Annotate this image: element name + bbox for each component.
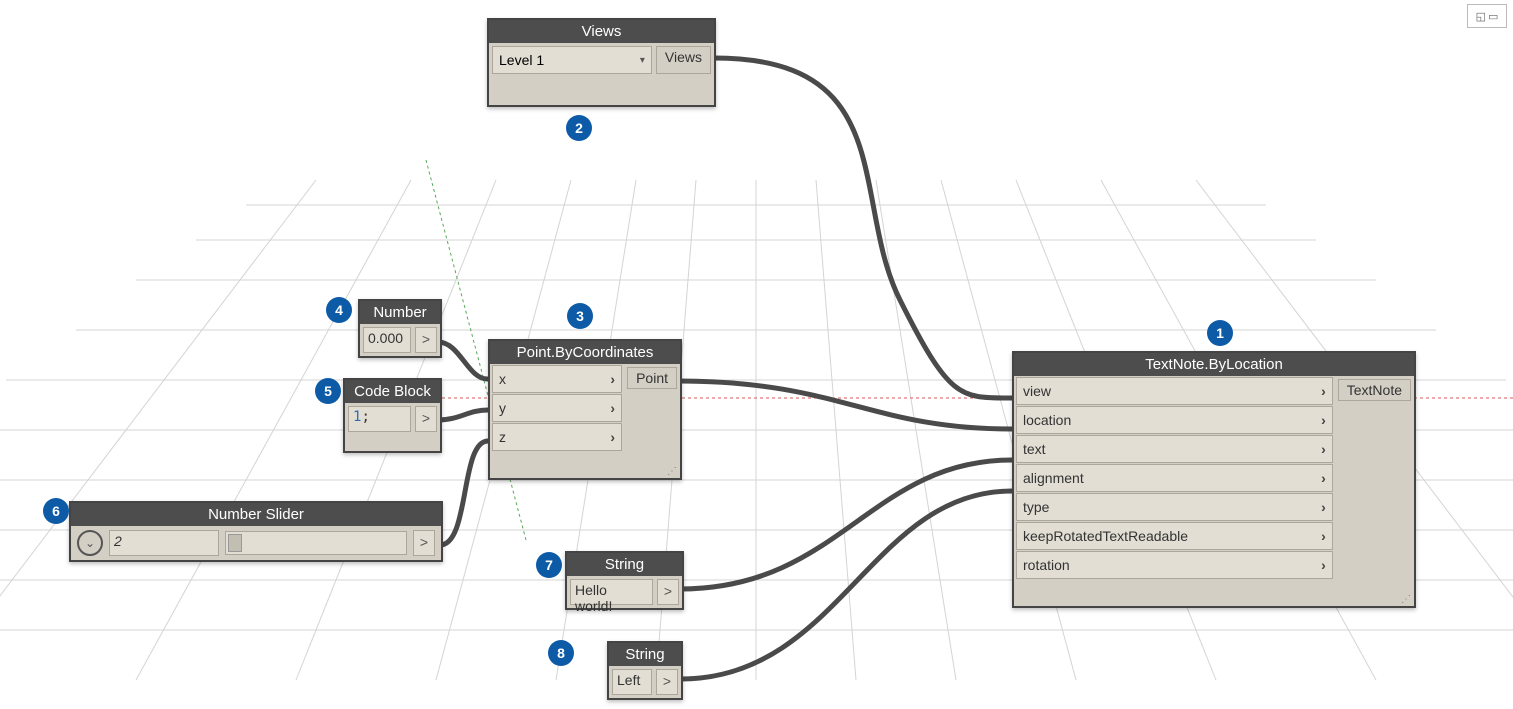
textnote-input-location[interactable]: location› [1016, 406, 1333, 434]
node-string-left[interactable]: String Left > [607, 641, 683, 700]
views-output-port[interactable]: Views [656, 46, 711, 74]
slider-handle[interactable] [228, 534, 242, 552]
textnote-input-alignment[interactable]: alignment› [1016, 464, 1333, 492]
textnote-input-rotation[interactable]: rotation› [1016, 551, 1333, 579]
views-dropdown[interactable]: Level 1 ▾ [492, 46, 652, 74]
node-title: String [567, 553, 682, 576]
point-input-z[interactable]: z› [492, 423, 622, 451]
views-dropdown-value: Level 1 [499, 52, 544, 68]
callout-badge-4: 4 [326, 297, 352, 323]
textnote-input-type[interactable]: type› [1016, 493, 1333, 521]
callout-badge-8: 8 [548, 640, 574, 666]
node-number-slider[interactable]: Number Slider ⌄ 2 > [69, 501, 443, 562]
textnote-input-text[interactable]: text› [1016, 435, 1333, 463]
chevron-down-icon: ▾ [640, 55, 645, 66]
viewport-toggle-icon[interactable]: ◱▭ [1467, 4, 1507, 28]
node-title: Code Block [345, 380, 440, 403]
point-input-y[interactable]: y› [492, 394, 622, 422]
textnote-input-view[interactable]: view› [1016, 377, 1333, 405]
number-output-port[interactable]: > [415, 327, 437, 353]
node-title: Number Slider [71, 503, 441, 526]
resize-grip-icon[interactable]: ⋰ [1401, 596, 1411, 604]
code-block-output-port[interactable]: > [415, 406, 437, 432]
node-textnote-bylocation[interactable]: TextNote.ByLocation view› location› text… [1012, 351, 1416, 608]
point-output-port[interactable]: Point [627, 367, 677, 389]
node-title: Number [360, 301, 440, 324]
callout-badge-6: 6 [43, 498, 69, 524]
string-value-field[interactable]: Hello world! [570, 579, 653, 605]
node-title: Views [489, 20, 714, 43]
callout-badge-5: 5 [315, 378, 341, 404]
node-title: Point.ByCoordinates [490, 341, 680, 364]
string-output-port[interactable]: > [656, 669, 678, 695]
node-views[interactable]: Views Level 1 ▾ Views [487, 18, 716, 107]
callout-badge-7: 7 [536, 552, 562, 578]
node-string-hello[interactable]: String Hello world! > [565, 551, 684, 610]
node-title: TextNote.ByLocation [1014, 353, 1414, 376]
string-output-port[interactable]: > [657, 579, 679, 605]
node-code-block[interactable]: Code Block 1; > [343, 378, 442, 453]
point-input-x[interactable]: x› [492, 365, 622, 393]
node-point-bycoordinates[interactable]: Point.ByCoordinates x› y› z› Point ⋰ [488, 339, 682, 480]
slider-track[interactable] [225, 531, 407, 555]
textnote-input-keeprotated[interactable]: keepRotatedTextReadable› [1016, 522, 1333, 550]
callout-badge-1: 1 [1207, 320, 1233, 346]
code-block-code-field[interactable]: 1; [348, 406, 411, 432]
node-number[interactable]: Number 0.000 > [358, 299, 442, 358]
resize-grip-icon[interactable]: ⋰ [667, 468, 677, 476]
node-title: String [609, 643, 681, 666]
number-value-field[interactable]: 0.000 [363, 327, 411, 353]
slider-value-field[interactable]: 2 [109, 530, 219, 556]
callout-badge-2: 2 [566, 115, 592, 141]
string-value-field[interactable]: Left [612, 669, 652, 695]
slider-output-port[interactable]: > [413, 530, 435, 556]
textnote-output-port[interactable]: TextNote [1338, 379, 1411, 401]
callout-badge-3: 3 [567, 303, 593, 329]
expand-toggle-icon[interactable]: ⌄ [77, 530, 103, 556]
